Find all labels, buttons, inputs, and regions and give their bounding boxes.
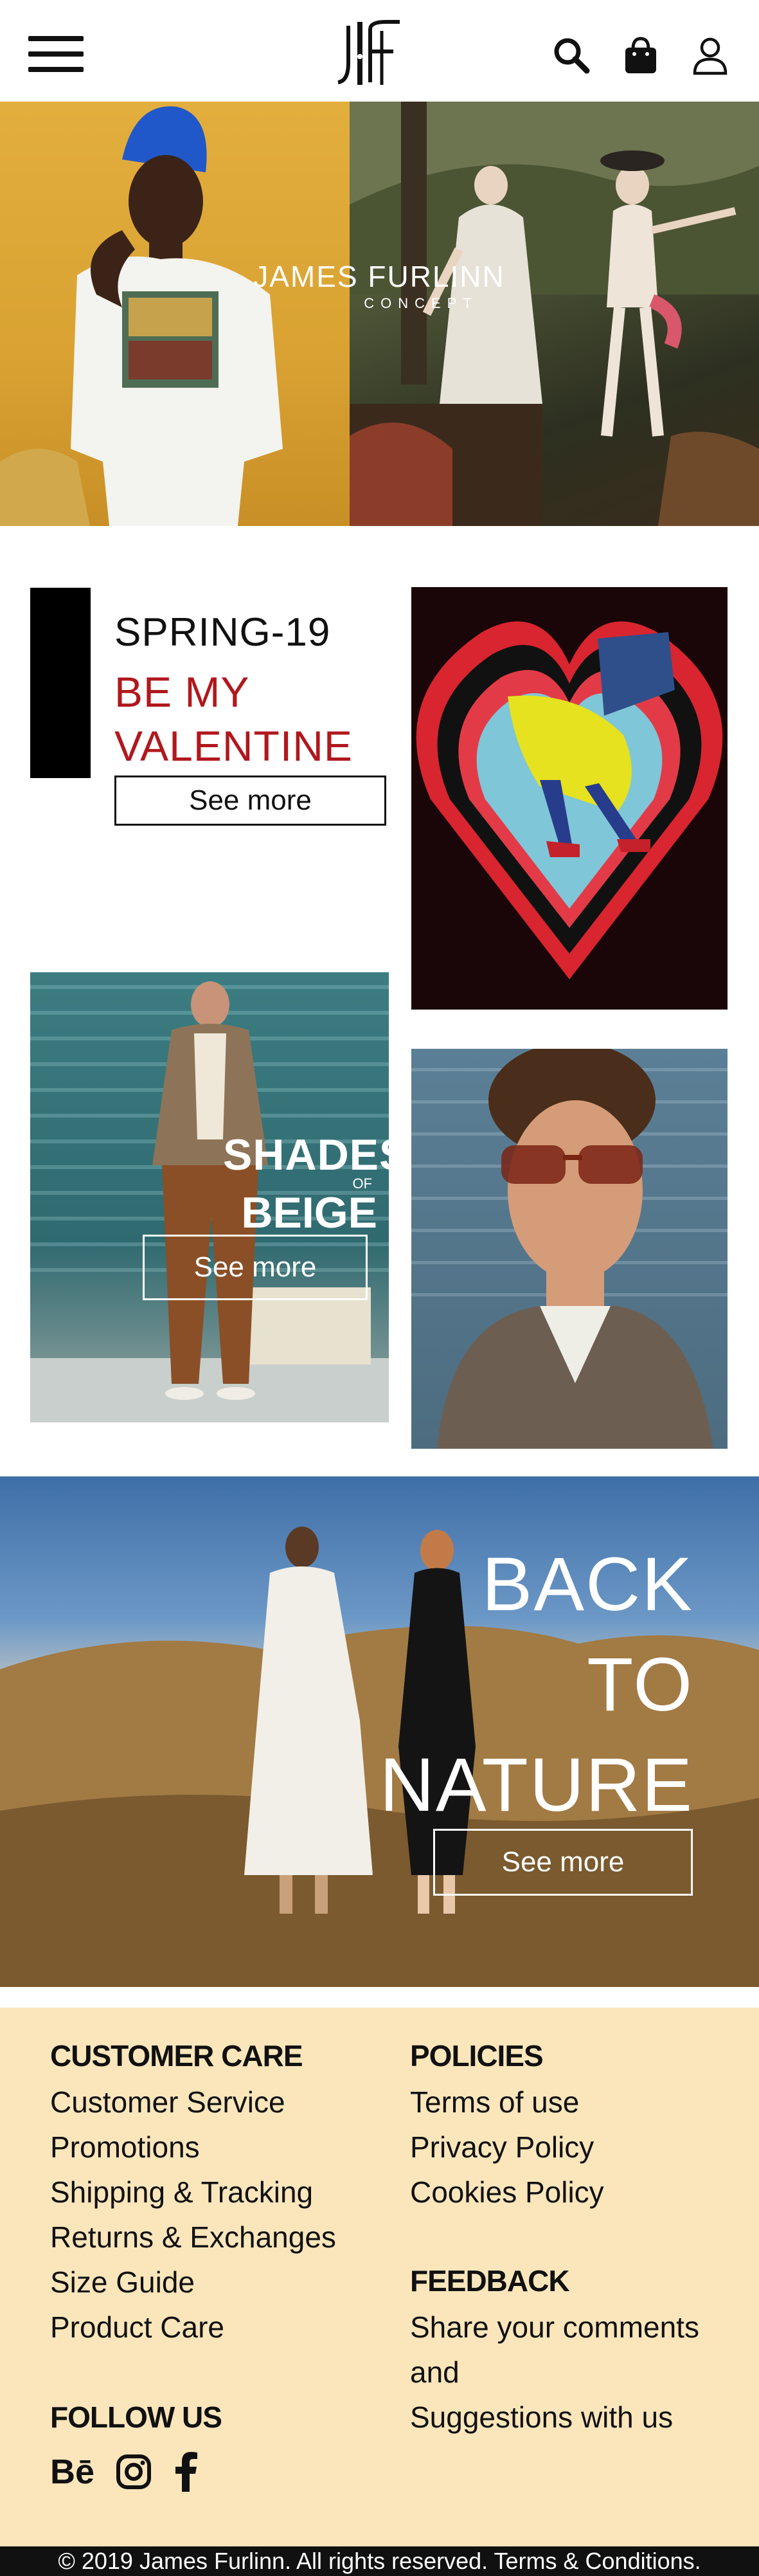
hero-brand-sub: CONCEPT — [364, 295, 478, 311]
feedback-heading: FEEDBACK — [410, 2264, 570, 2298]
shades-title-line2: BEIGE — [241, 1188, 377, 1237]
copyright-text[interactable]: © 2019 James Furlinn. All rights reserve… — [58, 2548, 701, 2575]
site-footer: CUSTOMER CARE Customer Service Promotion… — [0, 2008, 759, 2546]
spring-headline-line1: BE MY — [114, 668, 250, 716]
shades-title-line1: SHADES — [223, 1130, 389, 1179]
hero-brand-name: JAMES FURLINN — [253, 260, 505, 293]
spring-headline: BE MY VALENTINE — [114, 665, 353, 773]
social-icons: Bē — [50, 2451, 199, 2492]
footer-link-promotions[interactable]: Promotions — [50, 2125, 336, 2170]
feedback-line-2[interactable]: and — [410, 2350, 699, 2395]
nature-title: BACK TO NATURE — [380, 1534, 693, 1835]
hero-brand-overlay: JAMES FURLINN CONCEPT — [238, 259, 521, 312]
brand-logo[interactable] — [334, 18, 411, 89]
back-to-nature-banner[interactable]: BACK TO NATURE See more — [0, 1476, 759, 1987]
user-icon[interactable] — [690, 35, 731, 76]
footer-link-returns-exchanges[interactable]: Returns & Exchanges — [50, 2215, 336, 2260]
footer-feedback: FEEDBACK Share your comments and Suggest… — [410, 2263, 699, 2440]
footer-policies: POLICIES Terms of use Privacy Policy Coo… — [410, 2038, 604, 2215]
footer-link-product-care[interactable]: Product Care — [50, 2305, 336, 2350]
footer-link-terms-of-use[interactable]: Terms of use — [410, 2080, 604, 2125]
footer-follow-us: FOLLOW US — [50, 2400, 222, 2441]
spring-see-more-button[interactable]: See more — [114, 776, 386, 826]
site-header — [0, 0, 759, 102]
instagram-icon[interactable] — [115, 2451, 152, 2492]
search-icon[interactable] — [551, 35, 592, 76]
feedback-line-1[interactable]: Share your comments — [410, 2305, 699, 2350]
spring-accent-bar — [30, 588, 91, 778]
footer-link-customer-service[interactable]: Customer Service — [50, 2080, 336, 2125]
spring-headline-line2: VALENTINE — [114, 722, 353, 770]
footer-customer-care: CUSTOMER CARE Customer Service Promotion… — [50, 2038, 336, 2350]
spring-season-title: SPRING-19 — [114, 610, 331, 655]
policies-heading: POLICIES — [410, 2039, 544, 2073]
hamburger-menu-icon[interactable] — [28, 36, 84, 72]
shades-see-more-button[interactable]: See more — [143, 1235, 368, 1300]
behance-icon-text: Bē — [50, 2453, 95, 2491]
valentine-photo[interactable] — [411, 587, 728, 1010]
footer-link-privacy-policy[interactable]: Privacy Policy — [410, 2125, 604, 2170]
sunglasses-portrait-photo[interactable] — [411, 1049, 728, 1449]
facebook-icon[interactable] — [173, 2451, 199, 2492]
customer-care-heading: CUSTOMER CARE — [50, 2039, 303, 2073]
copyright-bar: © 2019 James Furlinn. All rights reserve… — [0, 2546, 759, 2576]
shades-of-beige-card[interactable]: SHADES OFBEIGE See more — [30, 972, 389, 1422]
hero-model-photo — [0, 102, 350, 526]
footer-link-shipping-tracking[interactable]: Shipping & Tracking — [50, 2170, 336, 2215]
footer-link-size-guide[interactable]: Size Guide — [50, 2260, 336, 2305]
nature-see-more-button[interactable]: See more — [433, 1829, 693, 1896]
behance-icon[interactable]: Bē — [50, 2451, 94, 2492]
feedback-line-3[interactable]: Suggestions with us — [410, 2395, 699, 2440]
follow-us-heading: FOLLOW US — [50, 2400, 222, 2434]
footer-link-cookies-policy[interactable]: Cookies Policy — [410, 2170, 604, 2215]
hero-banner[interactable]: JAMES FURLINN CONCEPT — [0, 102, 759, 526]
shopping-bag-icon[interactable] — [620, 35, 661, 76]
nature-title-line2: TO — [587, 1642, 693, 1727]
nature-title-line3: NATURE — [379, 1743, 693, 1828]
nature-title-line1: BACK — [481, 1542, 693, 1627]
hero-painting — [350, 102, 759, 526]
shades-title: SHADES OFBEIGE — [223, 1130, 389, 1237]
